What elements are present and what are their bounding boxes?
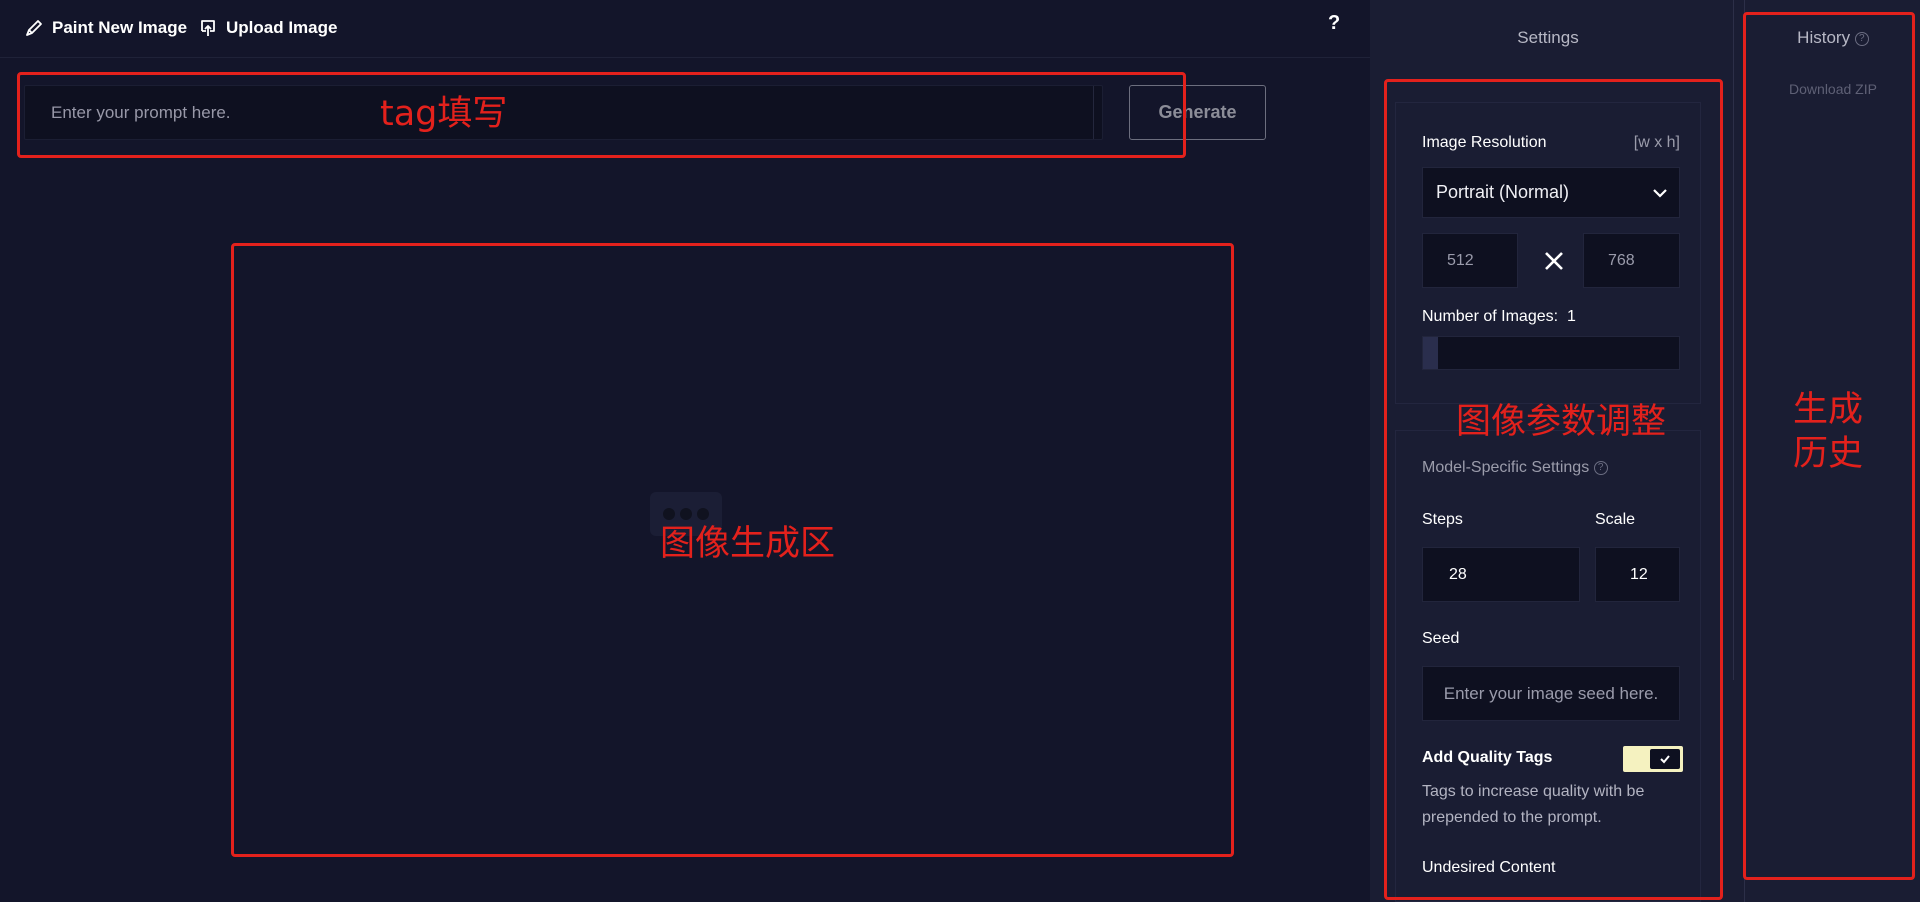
settings-divider (1733, 0, 1734, 680)
brush-icon (26, 20, 42, 36)
annotation-image-note: 图像生成区 (660, 524, 836, 564)
upload-icon (201, 20, 215, 36)
paint-new-image-button[interactable]: Paint New Image (24, 18, 187, 38)
annotation-box-prompt (17, 72, 1186, 158)
annotation-box-params (1384, 79, 1723, 900)
upload-image-button[interactable]: Upload Image (198, 18, 337, 38)
upload-image-label: Upload Image (226, 18, 338, 37)
annotation-history-note: 生成 历史 (1793, 390, 1864, 474)
settings-title: Settings (1517, 28, 1579, 47)
paint-new-image-label: Paint New Image (52, 18, 188, 37)
annotation-params-note: 图像参数调整 (1456, 402, 1667, 442)
annotation-prompt-note: tag填写 (380, 94, 508, 134)
help-button[interactable]: ? (1328, 12, 1340, 35)
top-toolbar: Paint New Image Upload Image ? (0, 0, 1370, 58)
